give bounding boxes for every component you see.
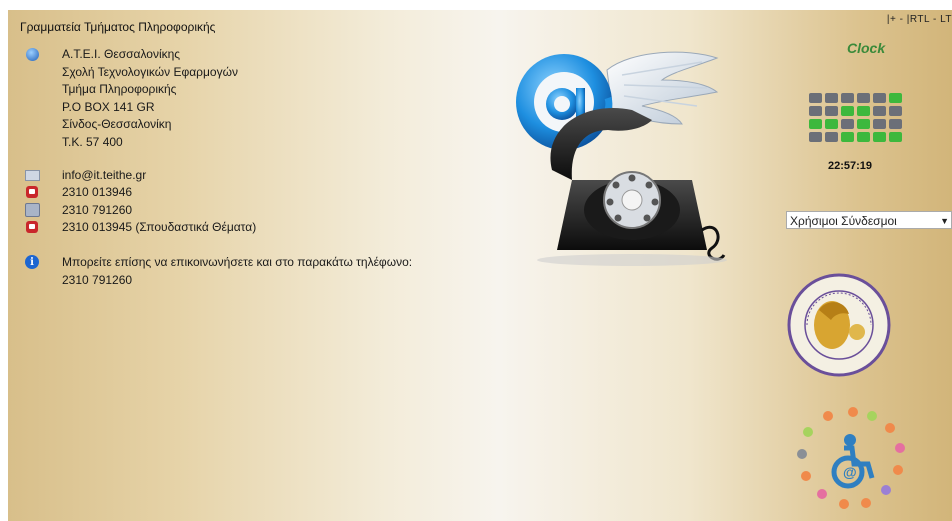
institution-seal-logo: [787, 273, 891, 377]
rotary-phone-icon: [537, 108, 727, 266]
clock-cell: [841, 132, 854, 142]
address-line: Τμήμα Πληροφορικής: [62, 82, 177, 96]
clock-cell: [857, 93, 870, 103]
clock-cell: [809, 119, 822, 129]
clock-cell: [809, 93, 822, 103]
clock-cell: [873, 132, 886, 142]
note-block: i Μπορείτε επίσης να επικοινωνήσετε και …: [24, 254, 412, 289]
address-line: Σίνδος-Θεσσαλονίκη: [62, 117, 172, 131]
select-value: Χρήσιμοι Σύνδεσμοι: [790, 214, 897, 228]
clock-cell: [825, 119, 838, 129]
address-line: A.T.E.I. Θεσσαλονίκης: [62, 47, 181, 61]
clock-title: Clock: [847, 40, 886, 56]
address-line: T.K. 57 400: [62, 134, 123, 149]
address-line: P.O BOX 141 GR: [62, 99, 155, 114]
chevron-down-icon: ▼: [940, 216, 949, 226]
phone-icon: [24, 184, 40, 200]
address-line: Σχολή Τεχνολογικών Εφαρμογών: [62, 64, 238, 79]
accessibility-logo: @: [797, 407, 905, 509]
clock-cell: [857, 106, 870, 116]
note-lines: Μπορείτε επίσης να επικοινωνήσετε και στ…: [62, 254, 412, 289]
clock-cell: [809, 106, 822, 116]
top-links[interactable]: |+ - |RTL - LT: [887, 14, 952, 25]
clock-cell: [889, 132, 902, 142]
email-link[interactable]: info@it.teithe.gr: [62, 167, 146, 185]
clock-cell: [841, 106, 854, 116]
wheelchair-at-icon: @: [831, 434, 875, 489]
contact-email: info@it.teithe.gr: [24, 167, 146, 185]
clock-cell: [825, 132, 838, 142]
fax-number: 2310 791260: [62, 203, 133, 217]
useful-links-select[interactable]: Χρήσιμοι Σύνδεσμοι ▼: [786, 211, 952, 229]
contact-fax: 2310 791260: [24, 202, 132, 220]
info-icon: i: [24, 254, 40, 270]
clock-time: 22:57:19: [827, 160, 873, 172]
clock-cell: [825, 93, 838, 103]
note-line: Μπορείτε επίσης να επικοινωνήσετε και στ…: [62, 255, 413, 269]
contact-phone-students: 2310 013945 (Σπουδαστικά Θέματα): [24, 219, 256, 237]
address-block: A.T.E.I. Θεσσαλονίκης Σχολή Τεχνολογικών…: [24, 46, 238, 151]
clock-cell: [889, 93, 902, 103]
svg-text:@: @: [843, 464, 857, 480]
clock-cell: [889, 119, 902, 129]
clock-cell: [857, 119, 870, 129]
clock-cell: [809, 132, 822, 142]
fax-icon: [24, 202, 40, 218]
phone-number-students: 2310 013945 (Σπουδαστικά Θέματα): [62, 220, 257, 234]
contact-phone: 2310 013946: [24, 184, 132, 202]
phone-icon: [24, 219, 40, 235]
clock-cell: [873, 106, 886, 116]
contact-illustration: [516, 51, 727, 266]
mail-icon: [24, 167, 40, 183]
clock-cell: [873, 93, 886, 103]
clock-cell: [889, 106, 902, 116]
globe-icon: [24, 46, 40, 62]
clock-cell: [873, 119, 886, 129]
department-title: Γραμματεία Τμήματος Πληροφορικής: [20, 20, 216, 34]
clock-cell: [825, 106, 838, 116]
note-line: 2310 791260: [62, 272, 133, 287]
address-lines: A.T.E.I. Θεσσαλονίκης Σχολή Τεχνολογικών…: [62, 46, 238, 151]
clock-cell: [841, 93, 854, 103]
clock-cell: [857, 132, 870, 142]
phone-number: 2310 013946: [62, 185, 133, 199]
clock-cell: [841, 119, 854, 129]
